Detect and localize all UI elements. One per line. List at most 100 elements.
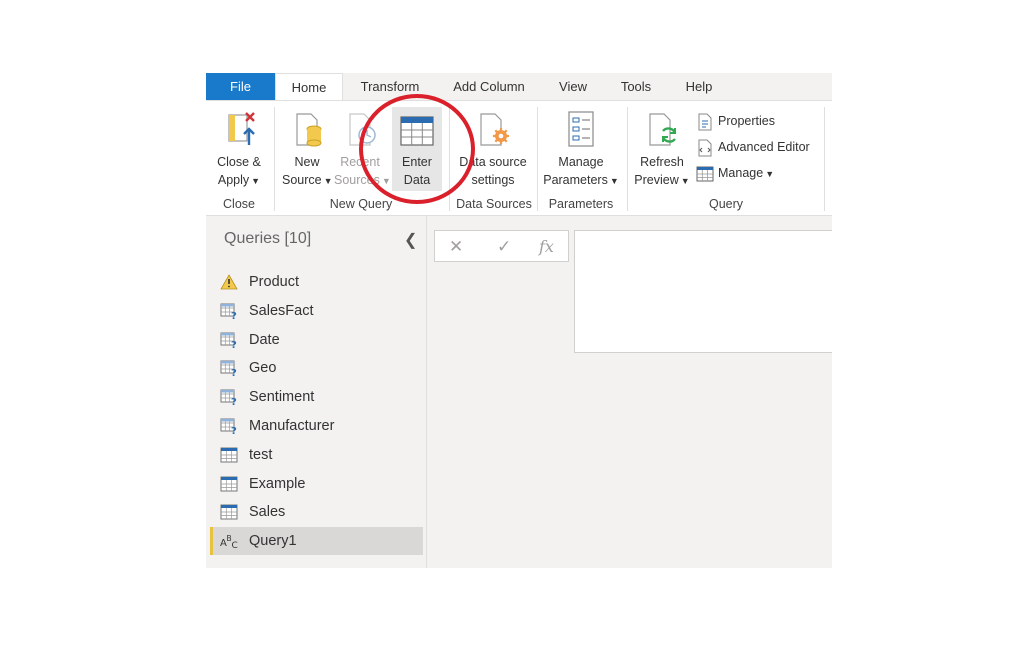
tab-home[interactable]: Home (275, 73, 343, 101)
query-item-label: Sentiment (249, 389, 315, 406)
query-item-label: Example (249, 475, 306, 492)
recent-sources-label-2: Sources ▼ (334, 171, 391, 190)
manage-button[interactable]: Manage ▼ (696, 164, 774, 183)
table-question-icon: ? (220, 418, 237, 434)
query-item-geo[interactable]: ? Geo (210, 354, 423, 382)
table-icon (220, 447, 238, 463)
commit-check-icon[interactable]: ✓ (497, 237, 511, 257)
query-item-salesfact[interactable]: ? SalesFact (210, 297, 423, 325)
new-source-button[interactable]: New Source ▼ (282, 107, 333, 190)
query-item-sales[interactable]: Sales (210, 498, 423, 526)
group-label-data-sources: Data Sources (456, 197, 532, 211)
query-item-label: SalesFact (249, 302, 314, 319)
group-separator (824, 107, 825, 211)
fx-insert-function-icon[interactable]: fx (539, 237, 554, 256)
tab-view[interactable]: View (551, 73, 595, 100)
manage-parameters-label-1: Manage (558, 155, 604, 169)
table-icon (220, 476, 238, 492)
query-item-test[interactable]: test (210, 441, 423, 469)
data-source-settings-button[interactable]: Data source settings (456, 107, 530, 189)
query-item-manufacturer[interactable]: ? Manufacturer (210, 412, 423, 440)
query-item-sentiment[interactable]: ? Sentiment (210, 383, 423, 411)
tab-tools[interactable]: Tools (614, 73, 658, 100)
enter-data-button[interactable]: Enter Data (392, 107, 442, 191)
manage-parameters-label-2: Parameters ▼ (542, 171, 620, 190)
close-apply-label-2: Apply ▼ (212, 171, 266, 190)
power-query-editor: File Home Transform Add Column View Tool… (206, 73, 832, 568)
recent-sources-button[interactable]: Recent Sources ▼ (334, 107, 391, 190)
svg-text:?: ? (231, 368, 237, 376)
recent-sources-icon (349, 113, 376, 146)
dropdown-caret-icon: ▼ (680, 176, 690, 186)
query-item-label: Geo (249, 360, 277, 377)
enter-data-label-2: Data (403, 173, 431, 187)
abc-text-icon: A BC (220, 534, 238, 549)
properties-button[interactable]: Properties (696, 112, 775, 131)
tab-help[interactable]: Help (679, 73, 719, 100)
svg-text:?: ? (231, 397, 237, 405)
recent-sources-label-2-text: Sources (334, 173, 380, 187)
refresh-icon (649, 113, 677, 146)
manage-parameters-icon (568, 111, 594, 147)
enter-data-label-1: Enter (402, 155, 432, 169)
query-item-query1[interactable]: A B C Query1 (210, 527, 423, 556)
properties-label: Properties (718, 114, 775, 128)
group-label-query: Query (708, 197, 744, 211)
close-apply-button[interactable]: Close & Apply ▼ (212, 107, 266, 190)
data-source-settings-label-1: Data source (459, 155, 527, 169)
table-question-icon: ? (220, 332, 237, 348)
refresh-preview-label-2: Preview ▼ (634, 171, 690, 190)
advanced-editor-label: Advanced Editor (718, 140, 810, 154)
queries-pane: Queries [10] ❮ Product? SalesFact ? Date? Ge… (206, 216, 427, 568)
refresh-preview-label-1: Refresh (640, 155, 684, 169)
group-separator (449, 107, 450, 211)
data-source-settings-label-2: settings (471, 173, 515, 187)
ribbon-tabs: File Home Transform Add Column View Tool… (206, 73, 832, 101)
close-apply-label-2-text: Apply (217, 173, 250, 187)
dropdown-caret-icon: ▼ (323, 176, 333, 186)
query-item-label: Query1 (249, 533, 297, 550)
query-item-example[interactable]: Example (210, 470, 423, 498)
formula-input[interactable] (574, 230, 832, 353)
refresh-preview-button[interactable]: Refresh Preview ▼ (634, 107, 690, 190)
query-item-label: test (249, 446, 273, 463)
query-item-label: Product (249, 274, 299, 290)
cancel-x-icon[interactable]: ✕ (449, 237, 463, 257)
queries-pane-title: Queries [10] (224, 230, 312, 247)
tab-add-column[interactable]: Add Column (446, 73, 532, 100)
group-label-close: Close (223, 197, 255, 211)
close-apply-label-1: Close & (217, 155, 261, 169)
table-question-icon: ? (220, 360, 237, 376)
svg-text:C: C (232, 541, 238, 549)
svg-text:?: ? (231, 311, 237, 319)
new-source-label-1: New (294, 155, 320, 169)
svg-text:?: ? (231, 340, 237, 348)
manage-parameters-label-2-text: Parameters (543, 173, 608, 187)
query-item-date[interactable]: ? Date (210, 326, 423, 354)
manage-parameters-button[interactable]: Manage Parameters ▼ (542, 107, 620, 190)
query-item-label: Sales (249, 504, 286, 521)
dropdown-caret-icon: ▼ (609, 176, 619, 186)
dropdown-caret-icon: ▼ (381, 176, 391, 186)
warning-icon (220, 274, 238, 290)
manage-table-icon (696, 166, 714, 182)
dropdown-caret-icon: ▼ (251, 176, 261, 186)
properties-icon (698, 113, 712, 131)
group-label-new-query: New Query (329, 197, 393, 211)
table-question-icon: ? (220, 389, 237, 405)
advanced-editor-button[interactable]: Advanced Editor (696, 138, 810, 157)
group-separator (537, 107, 538, 211)
table-icon (220, 504, 238, 520)
enter-data-table-icon (400, 116, 434, 146)
table-question-icon: ? (220, 303, 237, 319)
new-source-icon (296, 113, 322, 147)
group-separator (627, 107, 628, 211)
formula-bar-buttons: ✕ ✓ fx (434, 230, 569, 262)
collapse-pane-chevron-icon[interactable]: ❮ (404, 230, 417, 250)
tab-transform[interactable]: Transform (351, 73, 429, 100)
svg-text:?: ? (231, 426, 237, 434)
tab-file[interactable]: File (206, 73, 275, 100)
query-item-product[interactable]: Product (210, 268, 423, 296)
manage-label: Manage (718, 166, 764, 180)
advanced-editor-icon (698, 139, 712, 157)
